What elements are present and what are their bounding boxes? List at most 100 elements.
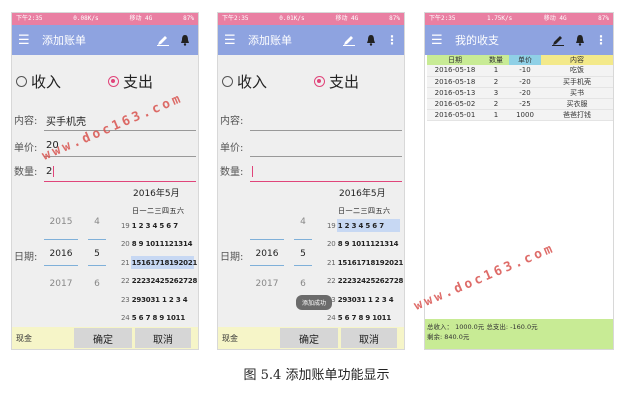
- calendar-row[interactable]: 24 5 6 7 8 9 1011: [327, 314, 391, 322]
- expense-radio-circle[interactable]: [108, 76, 119, 87]
- calendar-row[interactable]: 23 293031 1 2 3 4: [327, 296, 394, 304]
- quantity-underline[interactable]: [250, 181, 402, 182]
- month-wheel-next[interactable]: 6: [82, 279, 112, 289]
- calendar-row[interactable]: 23 293031 1 2 3 4: [121, 296, 188, 304]
- table-row[interactable]: 2016-05-18 2 -20 买手机壳: [427, 76, 613, 88]
- toolbar-title: 我的收支: [455, 34, 499, 47]
- status-battery: 87%: [598, 15, 609, 22]
- calendar-days[interactable]: 5 6 7 8 9 1011: [132, 314, 185, 322]
- cell-quantity: 3: [483, 87, 509, 99]
- more-options-icon[interactable]: ⋮: [595, 33, 607, 47]
- category-cash[interactable]: 现金: [12, 333, 74, 344]
- year-wheel-selected[interactable]: 2016: [46, 249, 76, 259]
- calendar-days[interactable]: 22232425262728: [132, 277, 198, 285]
- quantity-input[interactable]: 2: [46, 166, 52, 177]
- month-wheel-prev[interactable]: 4: [288, 217, 318, 227]
- table-row[interactable]: 2016-05-02 2 -25 买衣服: [427, 98, 613, 110]
- summary-income-expense: 总收入： 1000.0元 总支出: -160.0元: [427, 323, 538, 331]
- status-carrier: 移动 4G: [335, 15, 359, 22]
- calendar-row[interactable]: 20 8 9 1011121314: [327, 240, 398, 248]
- calendar-days[interactable]: 8 9 1011121314: [132, 240, 193, 248]
- header-content: 内容: [541, 55, 613, 65]
- edit-icon[interactable]: [551, 33, 565, 47]
- income-radio[interactable]: 收入: [222, 71, 267, 92]
- header-price: 单价: [509, 55, 541, 65]
- year-wheel-bar-top: [44, 239, 78, 240]
- toolbar-title: 添加账单: [42, 34, 86, 47]
- income-radio-circle[interactable]: [16, 76, 27, 87]
- table-row[interactable]: 2016-05-18 1 -10 吃饭: [427, 65, 613, 77]
- calendar-days[interactable]: 5 6 7 8 9 1011: [338, 314, 391, 322]
- calendar-days[interactable]: 1 2 3 4 5 6 7: [132, 222, 178, 230]
- status-bar: 下午2:35 1.75K/s 移动 4G 87%: [425, 13, 613, 25]
- price-underline[interactable]: [250, 156, 402, 157]
- table-row[interactable]: 2016-05-13 3 -20 买书: [427, 87, 613, 99]
- confirm-button[interactable]: 确定: [74, 328, 132, 348]
- cancel-button[interactable]: 取消: [135, 328, 191, 348]
- bell-icon[interactable]: [573, 33, 587, 47]
- bell-icon[interactable]: [364, 33, 378, 47]
- calendar-row[interactable]: 22 22232425262728: [327, 277, 403, 285]
- content-input[interactable]: 买手机壳: [46, 113, 86, 128]
- confirm-button[interactable]: 确定: [280, 328, 338, 348]
- calendar-row[interactable]: 20 8 9 1011121314: [121, 240, 192, 248]
- year-wheel-selected[interactable]: 2016: [252, 249, 282, 259]
- expense-radio[interactable]: 支出: [314, 71, 359, 92]
- status-bar: 下午2:35 0.08K/s 移动 4G 87%: [12, 13, 198, 25]
- status-network-speed: 0.01K/s: [279, 15, 305, 22]
- category-cash[interactable]: 现金: [218, 333, 280, 344]
- calendar-days[interactable]: 15161718192021: [338, 259, 404, 267]
- status-battery: 87%: [183, 15, 194, 22]
- calendar-days[interactable]: 293031 1 2 3 4: [338, 296, 394, 304]
- cell-price: -20: [509, 76, 541, 88]
- calendar-row[interactable]: 21 15161718192021: [327, 259, 403, 267]
- status-carrier: 移动 4G: [543, 15, 567, 22]
- year-wheel-prev[interactable]: 2015: [46, 217, 76, 227]
- calendar-days[interactable]: 8 9 1011121314: [338, 240, 399, 248]
- status-carrier: 移动 4G: [129, 15, 153, 22]
- calendar-week-number: 24: [121, 314, 130, 322]
- menu-icon[interactable]: ☰: [18, 33, 38, 48]
- calendar-weekdays: 日一二三四五六: [132, 207, 185, 215]
- menu-icon[interactable]: ☰: [224, 33, 244, 48]
- calendar-days[interactable]: 1 2 3 4 5 6 7: [338, 222, 384, 230]
- app-toolbar: ☰ 添加账单 ⋮: [218, 25, 404, 55]
- calendar-week-number: 21: [327, 259, 336, 267]
- cancel-button[interactable]: 取消: [341, 328, 397, 348]
- status-time: 下午2:35: [16, 15, 43, 22]
- more-options-icon[interactable]: ⋮: [386, 33, 398, 47]
- expense-radio-label: 支出: [329, 73, 360, 91]
- month-wheel-selected[interactable]: 5: [82, 249, 112, 259]
- calendar-days[interactable]: 22232425262728: [338, 277, 404, 285]
- income-radio-circle[interactable]: [222, 76, 233, 87]
- bell-icon[interactable]: [178, 33, 192, 47]
- cell-price: 1000: [509, 109, 541, 121]
- month-wheel-selected[interactable]: 5: [288, 249, 318, 259]
- expense-radio-circle[interactable]: [314, 76, 325, 87]
- month-wheel-next[interactable]: 6: [288, 279, 318, 289]
- edit-icon[interactable]: [342, 33, 356, 47]
- expense-radio[interactable]: 支出: [108, 71, 153, 92]
- quantity-underline: [44, 181, 196, 182]
- table-row[interactable]: 2016-05-01 1 1000 爸爸打钱: [427, 109, 613, 121]
- calendar-row[interactable]: 24 5 6 7 8 9 1011: [121, 314, 185, 322]
- calendar-row[interactable]: 19 1 2 3 4 5 6 7: [121, 222, 178, 230]
- income-radio[interactable]: 收入: [16, 71, 61, 92]
- calendar-row[interactable]: 22 22232425262728: [121, 277, 197, 285]
- toolbar-title: 添加账单: [248, 34, 292, 47]
- cell-quantity: 2: [483, 76, 509, 88]
- calendar-row[interactable]: 19 1 2 3 4 5 6 7: [327, 222, 384, 230]
- edit-icon[interactable]: [156, 33, 170, 47]
- month-wheel-prev[interactable]: 4: [82, 217, 112, 227]
- calendar-row[interactable]: 21 15161718192021: [121, 259, 197, 267]
- calendar-week-number: 20: [121, 240, 130, 248]
- content-underline[interactable]: [250, 130, 402, 131]
- year-wheel-next[interactable]: 2017: [46, 279, 76, 289]
- calendar-days[interactable]: 15161718192021: [132, 259, 198, 267]
- calendar-days[interactable]: 293031 1 2 3 4: [132, 296, 188, 304]
- cell-date: 2016-05-18: [427, 65, 483, 77]
- phone-screen-add-bill-success: 下午2:35 0.01K/s 移动 4G 87% ☰ 添加账单 ⋮ 收入 支出 …: [217, 12, 405, 350]
- status-battery: 87%: [389, 15, 400, 22]
- year-wheel-next[interactable]: 2017: [252, 279, 282, 289]
- menu-icon[interactable]: ☰: [431, 33, 451, 48]
